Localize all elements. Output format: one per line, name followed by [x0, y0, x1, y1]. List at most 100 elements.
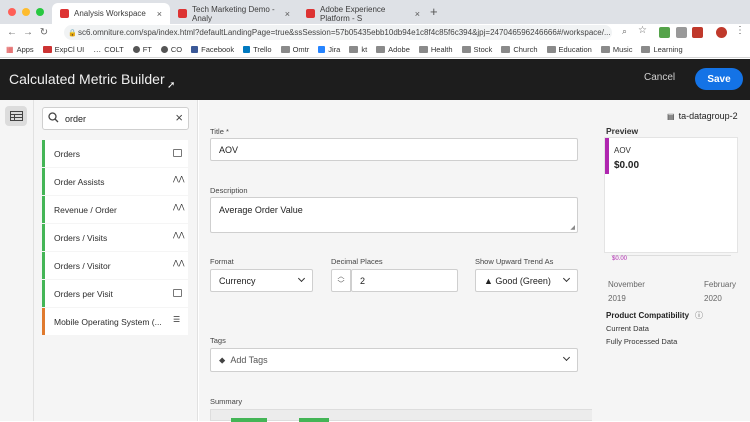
bookmark-item[interactable]: FT — [132, 45, 152, 54]
trend-select[interactable]: ▲ Good (Green) — [475, 269, 578, 292]
extension-adobe-icon[interactable] — [692, 27, 703, 38]
menu-kebab-icon[interactable]: ⋮ — [735, 25, 745, 36]
decimal-input[interactable]: 2 — [351, 269, 458, 292]
description-label: Description — [210, 186, 248, 195]
browser-tab-tech-marketing[interactable]: Tech Marketing Demo - Analy × — [170, 3, 298, 24]
metric-accent-bar — [605, 138, 609, 174]
info-icon[interactable]: ⓘ — [695, 310, 703, 321]
calculated-metric-icon[interactable]: ⋀⋀ — [173, 203, 184, 211]
metric-info-icon[interactable] — [173, 149, 182, 157]
calculated-metric-icon[interactable]: ⋀⋀ — [173, 175, 184, 183]
summary-chip — [231, 418, 267, 422]
component-label: Revenue / Order — [54, 204, 117, 215]
bookmark-item[interactable]: Stock — [461, 45, 492, 54]
reload-icon[interactable]: ↻ — [36, 27, 52, 38]
component-item[interactable]: Revenue / Order ⋀⋀ — [42, 196, 188, 223]
metric-definition-form: Title * AOV Description Average Order Va… — [199, 100, 592, 421]
bookmark-item[interactable]: Health — [418, 45, 453, 54]
title-label: Title * — [210, 127, 229, 136]
bookmark-item[interactable]: Education — [546, 45, 592, 54]
bookmark-item[interactable]: Jira — [318, 45, 340, 54]
save-button[interactable]: Save — [695, 68, 743, 90]
back-icon[interactable]: ← — [4, 27, 20, 38]
component-item[interactable]: Orders — [42, 140, 188, 167]
calculated-metric-icon[interactable]: ⋀⋀ — [173, 259, 184, 267]
component-item[interactable]: Mobile Operating System (... ☰ — [42, 308, 188, 335]
bookmark-item[interactable]: ▦ Apps — [6, 45, 34, 54]
bookmark-label: COLT — [104, 44, 124, 54]
folder-icon — [641, 45, 651, 53]
bookmark-item[interactable]: … COLT — [93, 45, 123, 54]
chevron-down-icon — [562, 274, 571, 283]
extension-icon[interactable] — [676, 27, 687, 38]
bookmark-item[interactable]: ExpCl UI — [42, 45, 84, 54]
bookmark-label: Church — [513, 44, 538, 54]
new-tab-icon[interactable]: + — [430, 4, 438, 19]
tags-label: Tags — [210, 336, 226, 345]
zoom-icon[interactable]: ⌕ — [622, 26, 627, 37]
close-window-icon[interactable] — [8, 8, 16, 16]
date-end-month: February — [704, 280, 737, 289]
bookmark-item[interactable]: Learning — [641, 45, 683, 54]
bookmark-item[interactable]: Church — [501, 44, 538, 54]
title-input[interactable]: AOV — [210, 138, 578, 161]
search-input[interactable]: order — [65, 114, 86, 124]
extension-download-icon[interactable] — [659, 27, 670, 38]
component-item[interactable]: Orders / Visits ⋀⋀ — [42, 224, 188, 251]
tab-title: Analysis Workspace — [74, 9, 146, 18]
components-panel-button[interactable] — [5, 106, 27, 126]
dimension-icon[interactable]: ☰ — [173, 315, 182, 324]
bookmark-item[interactable]: Omtr — [280, 45, 309, 54]
description-textarea[interactable]: Average Order Value ◢ — [210, 197, 578, 233]
title-value: AOV — [219, 144, 239, 155]
decrement-icon[interactable]: ﹀ — [338, 281, 345, 289]
increment-icon[interactable]: ︿ — [338, 273, 345, 281]
url-field[interactable]: 🔒 sc6.omniture.com/spa/index.html?defaul… — [64, 25, 612, 40]
star-icon[interactable]: ☆ — [638, 25, 647, 36]
compat-title: Product Compatibility — [606, 311, 690, 320]
close-tab-icon[interactable]: × — [157, 9, 162, 19]
decimal-label: Decimal Places — [331, 257, 383, 266]
close-tab-icon[interactable]: × — [415, 9, 420, 19]
component-item[interactable]: Order Assists ⋀⋀ — [42, 168, 188, 195]
window-controls — [8, 8, 44, 16]
tab-title: Adobe Experience Platform - S — [320, 4, 386, 23]
summary-label: Summary — [210, 397, 243, 406]
bookmark-label: CO — [170, 44, 183, 54]
datagroup-selector[interactable]: ▤ ta-datagroup-2 — [667, 111, 738, 121]
bookmark-item[interactable]: Facebook — [191, 45, 234, 54]
component-rail — [0, 100, 34, 421]
bookmark-item[interactable]: kt — [349, 45, 367, 54]
bookmark-item[interactable]: CO — [160, 44, 183, 54]
cancel-button[interactable]: Cancel — [644, 72, 675, 83]
bookmark-item[interactable]: Trello — [243, 44, 272, 54]
tags-input[interactable]: ⬥ Add Tags — [210, 348, 578, 372]
metric-info-icon[interactable] — [173, 289, 182, 297]
resize-handle-icon[interactable]: ◢ — [570, 224, 575, 231]
close-tab-icon[interactable]: × — [285, 9, 290, 19]
clear-search-icon[interactable]: × — [175, 110, 183, 125]
decimal-stepper[interactable]: ︿ ﹀ — [331, 269, 351, 292]
folder-icon — [546, 45, 556, 53]
bookmark-item[interactable]: Music — [600, 45, 632, 54]
description-value: Average Order Value — [219, 205, 303, 215]
chevron-down-icon — [562, 353, 571, 362]
format-select[interactable]: Currency — [210, 269, 313, 292]
component-item[interactable]: Orders per Visit — [42, 280, 188, 307]
calculated-metric-icon[interactable]: ⋀⋀ — [173, 231, 184, 239]
format-label: Format — [210, 257, 234, 266]
folder-icon — [501, 45, 511, 53]
component-search[interactable]: order × — [42, 107, 189, 130]
browser-tab-analysis-workspace[interactable]: Analysis Workspace × — [52, 3, 170, 24]
summary-chip — [299, 418, 329, 422]
bookmark-label: Trello — [253, 44, 272, 54]
chart-baseline — [611, 255, 731, 256]
maximize-window-icon[interactable] — [36, 8, 44, 16]
bookmark-item[interactable]: Adobe — [376, 45, 410, 54]
profile-avatar[interactable] — [716, 27, 727, 38]
minimize-window-icon[interactable] — [22, 8, 30, 16]
component-item[interactable]: Orders / Visitor ⋀⋀ — [42, 252, 188, 279]
browser-tab-experience-platform[interactable]: Adobe Experience Platform - S × — [298, 3, 428, 24]
forward-icon[interactable]: → — [20, 27, 36, 38]
component-label: Orders per Visit — [54, 288, 113, 299]
